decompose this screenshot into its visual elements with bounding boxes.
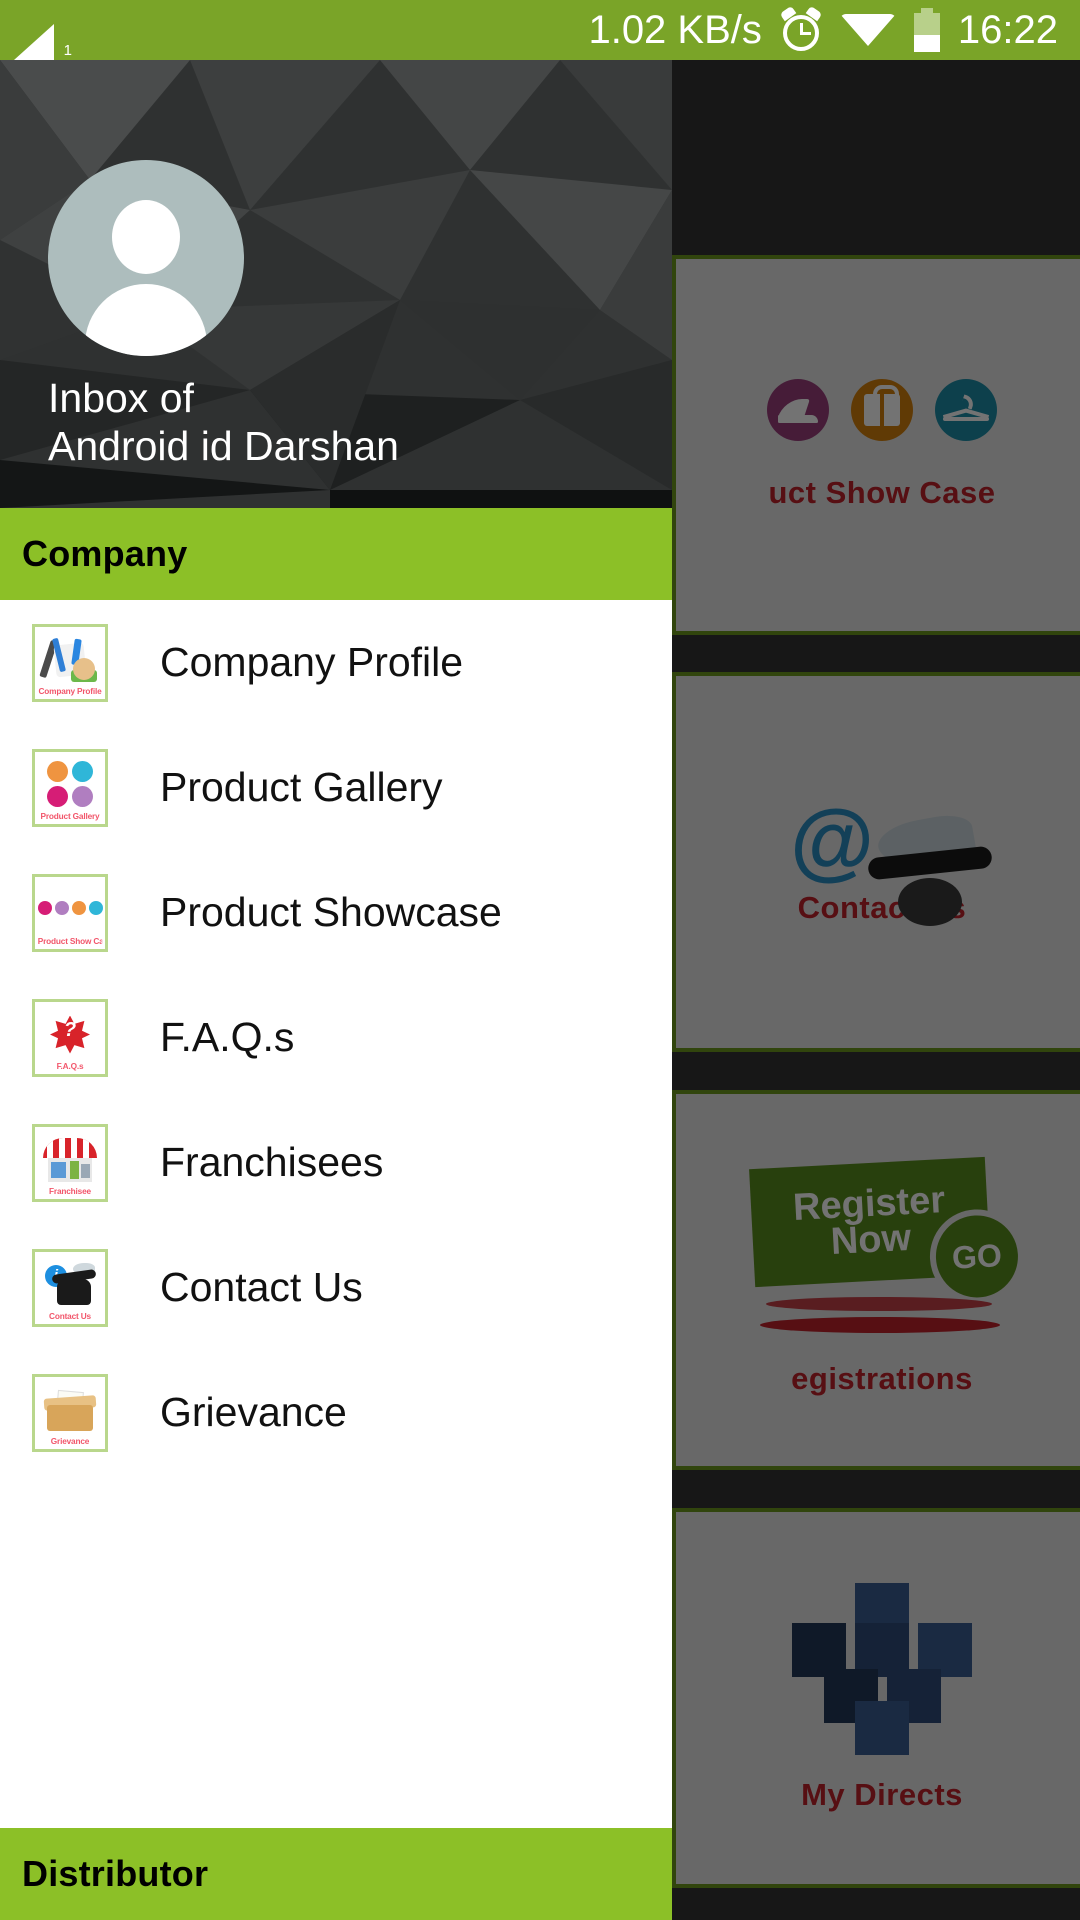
menu-item-label: Product Gallery xyxy=(160,764,443,810)
icon-caption: Grievance xyxy=(50,1435,90,1446)
menu-item-label: Grievance xyxy=(160,1389,347,1435)
menu-item-label: F.A.Q.s xyxy=(160,1014,295,1060)
network-speed-label: 1.02 KB/s xyxy=(588,7,762,52)
product-gallery-icon: Product Gallery xyxy=(32,748,108,827)
grievance-icon: Grievance xyxy=(32,1373,108,1452)
menu-item-franchisees[interactable]: Franchisee Franchisees xyxy=(0,1100,672,1225)
signal-bars-icon: 1 xyxy=(14,16,72,60)
wifi-icon xyxy=(839,14,896,46)
icon-caption: Product Show Case xyxy=(37,935,102,946)
icon-caption: Contact Us xyxy=(49,1310,91,1321)
menu-item-company-profile[interactable]: Company Profile Company Profile xyxy=(0,600,672,725)
drawer-account-name: Inbox of Android id Darshan xyxy=(48,374,672,471)
icon-caption: Company Profile xyxy=(38,685,102,696)
menu-item-label: Product Showcase xyxy=(160,889,502,935)
avatar[interactable] xyxy=(48,160,244,356)
alarm-clock-icon xyxy=(779,5,823,51)
menu-item-product-showcase[interactable]: Product Show Case Product Showcase xyxy=(0,850,672,975)
battery-icon xyxy=(913,8,940,52)
drawer-header-content: Inbox of Android id Darshan xyxy=(0,60,672,508)
drawer-menu-list: Company Profile Company Profile Product … xyxy=(0,600,672,1828)
icon-caption: Franchisee xyxy=(49,1185,91,1196)
signal-sub-label: 1 xyxy=(63,42,72,59)
faq-icon: ? F.A.Q.s xyxy=(32,998,108,1077)
icon-caption: F.A.Q.s xyxy=(56,1060,84,1071)
menu-item-contact-us[interactable]: i Contact Us Contact Us xyxy=(0,1225,672,1350)
app-screen: uct Show Case @ Contact Us Register Now xyxy=(0,0,1080,1920)
status-bar: 1 1.02 KB/s 16:22 xyxy=(0,0,1080,60)
menu-item-label: Contact Us xyxy=(160,1264,363,1310)
menu-item-label: Franchisees xyxy=(160,1139,384,1185)
menu-item-grievance[interactable]: Grievance Grievance xyxy=(0,1350,672,1475)
contact-us-icon: i Contact Us xyxy=(32,1248,108,1327)
drawer-account-line2: Android id Darshan xyxy=(48,423,399,470)
section-header-company: Company xyxy=(0,508,672,600)
franchisees-icon: Franchisee xyxy=(32,1123,108,1202)
menu-item-faqs[interactable]: ? F.A.Q.s F.A.Q.s xyxy=(0,975,672,1100)
status-bar-left: 1 xyxy=(0,0,72,60)
drawer-header[interactable]: Inbox of Android id Darshan xyxy=(0,60,672,508)
drawer-account-line1: Inbox of xyxy=(48,375,194,421)
menu-item-label: Company Profile xyxy=(160,639,464,685)
status-bar-right: 1.02 KB/s 16:22 xyxy=(588,5,1080,53)
navigation-drawer: Inbox of Android id Darshan Company Comp… xyxy=(0,60,672,1920)
menu-item-product-gallery[interactable]: Product Gallery Product Gallery xyxy=(0,725,672,850)
clock-label: 16:22 xyxy=(957,7,1058,52)
company-profile-icon: Company Profile xyxy=(32,623,108,702)
section-header-distributor: Distributor xyxy=(0,1828,672,1920)
icon-caption: Product Gallery xyxy=(40,810,100,821)
product-showcase-icon: Product Show Case xyxy=(32,873,108,952)
